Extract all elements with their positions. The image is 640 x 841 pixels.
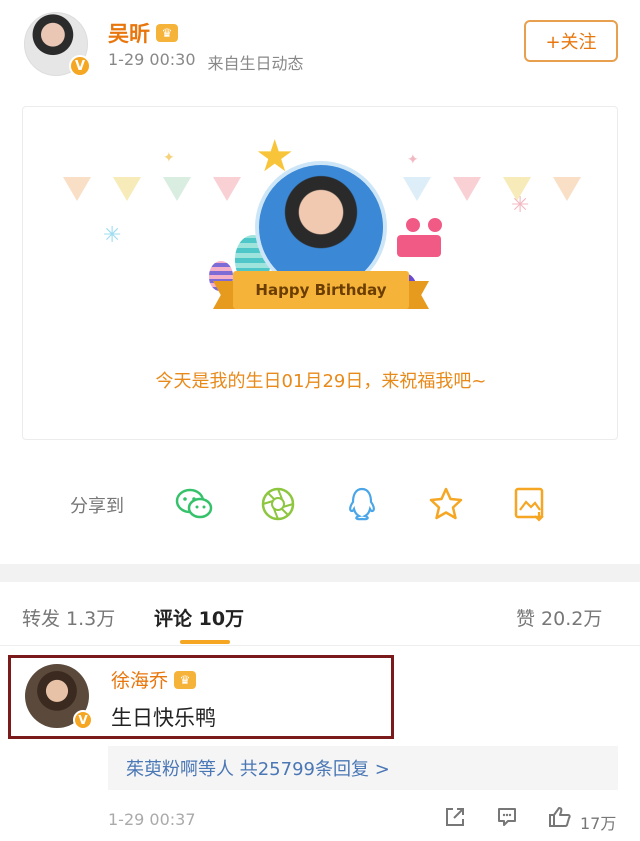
comment-footer: 1-29 00:37 17万 (0, 800, 640, 838)
interaction-tabs: 转发 1.3万 评论 10万 赞 20.2万 (0, 582, 640, 646)
birthday-banner: Happy Birthday (233, 271, 409, 309)
card-caption: 今天是我的生日01月29日，来祝福我吧~ (155, 371, 487, 392)
active-tab-indicator (180, 640, 230, 644)
post-meta: 1-29 00:30 来自生日动态 (108, 50, 304, 74)
like-count: 17万 (580, 814, 617, 833)
comment-text: 生日快乐鸭 (111, 706, 216, 730)
section-divider (0, 564, 640, 582)
sparkle-icon: ✳ (103, 223, 122, 248)
highlighted-comment[interactable]: V 徐海乔 ♛ 生日快乐鸭 (8, 655, 394, 739)
tab-repost[interactable]: 转发 1.3万 (22, 604, 115, 631)
share-row: 分享到 (0, 470, 640, 534)
commenter-name[interactable]: 徐海乔 ♛ (111, 666, 197, 693)
tab-comments[interactable]: 评论 10万 (154, 604, 244, 631)
wechat-icon[interactable] (174, 484, 214, 524)
author-name-label: 吴昕 (108, 22, 150, 46)
tab-likes[interactable]: 赞 20.2万 (516, 604, 602, 631)
share-label: 分享到 (70, 496, 124, 517)
author-name[interactable]: 吴昕 ♛ (108, 18, 178, 48)
image-save-icon[interactable] (510, 484, 550, 524)
follow-button[interactable]: +关注 (524, 20, 618, 62)
sparkle-icon: ✦ (163, 150, 175, 166)
comment-icon[interactable] (496, 806, 518, 834)
sparkle-icon: ✳ (511, 193, 530, 218)
vip-crown-icon: ♛ (174, 670, 197, 689)
post-source: 来自生日动态 (207, 54, 304, 73)
commenter-avatar[interactable]: V (25, 664, 93, 730)
commenter-name-label: 徐海乔 (111, 670, 169, 692)
post-time: 1-29 00:30 (108, 50, 196, 69)
moments-icon[interactable] (258, 484, 298, 524)
author-avatar[interactable]: V (24, 12, 91, 77)
birthday-card[interactable]: ✳ ✳ ✦ ✦ ★ Happy Birthday 今天是我的生日01月29日，来… (22, 106, 618, 440)
sparkle-icon: ✦ (407, 152, 419, 168)
comment-time: 1-29 00:37 (108, 810, 196, 829)
verified-badge-icon: V (69, 55, 91, 77)
qq-icon[interactable] (342, 484, 382, 524)
vip-crown-icon: ♛ (156, 24, 178, 42)
verified-badge-icon: V (73, 710, 93, 730)
like-thumb-icon[interactable] (548, 806, 572, 834)
replies-text: 茱萸粉啊等人 共25799条回复 > (126, 759, 390, 780)
post-header: V 吴昕 ♛ 1-29 00:30 来自生日动态 +关注 (0, 0, 640, 90)
favorite-star-icon[interactable] (426, 484, 466, 524)
replies-link[interactable]: 茱萸粉啊等人 共25799条回复 > (108, 746, 618, 790)
share-icon[interactable] (444, 806, 466, 834)
